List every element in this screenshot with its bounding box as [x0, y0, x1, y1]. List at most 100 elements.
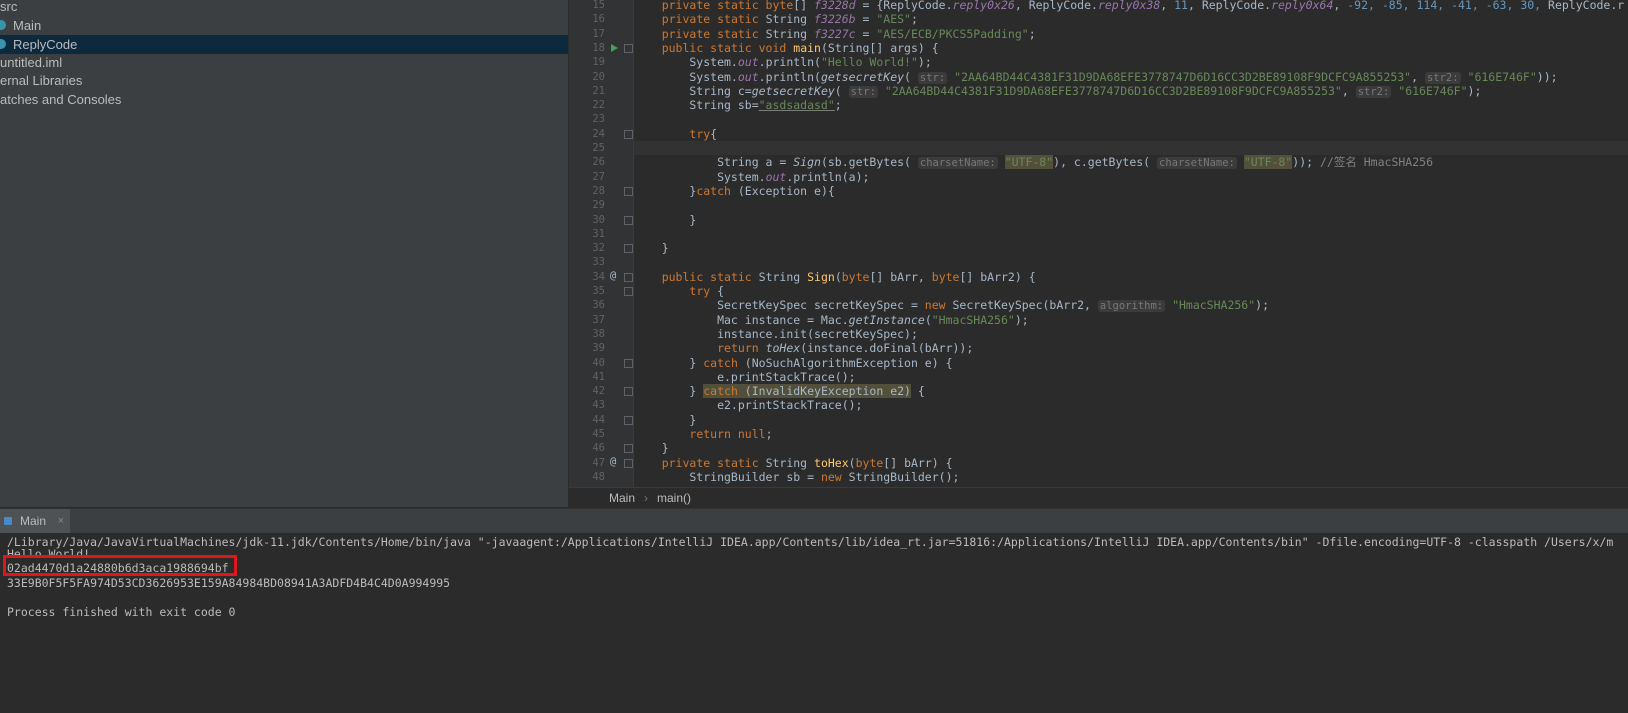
class-icon: [0, 39, 6, 49]
code-line-17: private static String f3227c = "AES/ECB/…: [661, 26, 1036, 41]
code-line-34: public static String Sign(byte[] bArr, b…: [661, 269, 1036, 284]
run-console[interactable]: /Library/Java/JavaVirtualMachines/jdk-11…: [0, 533, 1628, 713]
code-line-41: e.printStackTrace();: [634, 369, 856, 384]
line-number: 34: [592, 270, 605, 283]
editor-gutter[interactable]: 15 16 17 18 19 20 21 22 23 24 25 26 27 28 29 30 31 32 33 34…: [569, 0, 634, 507]
breadcrumb-class[interactable]: Main: [609, 488, 635, 508]
override-gutter-icon[interactable]: @: [610, 456, 616, 468]
code-line-39: return toHex(instance.doFinal(bArr));: [717, 341, 974, 356]
code-line-32: }: [634, 241, 669, 256]
override-gutter-icon[interactable]: @: [610, 270, 616, 282]
tree-item-external-libraries[interactable]: ernal Libraries: [0, 71, 568, 90]
line-number: 30: [592, 213, 605, 226]
code-line-42: } catch (InvalidKeyException e2) {: [634, 384, 925, 399]
code-line-35: try {: [689, 284, 725, 298]
breadcrumb-method[interactable]: main(): [657, 488, 691, 508]
code-line-36: SecretKeySpec secretKeySpec = new Secret…: [634, 298, 1270, 313]
run-tab-label: Main: [20, 514, 47, 528]
code-line-26: String a = Sign(sb.getBytes( charsetName…: [634, 155, 1433, 170]
code-line-47: private static String toHex(byte[] bArr)…: [661, 455, 953, 470]
code-line-45: return null;: [689, 427, 773, 441]
line-number: 18: [592, 41, 605, 54]
console-command-line: /Library/Java/JavaVirtualMachines/jdk-11…: [7, 535, 1614, 549]
code-line-19: System.out.println("Hello World!");: [634, 55, 932, 70]
code-line-44: }: [634, 412, 697, 427]
code-line-37: Mac instance = Mac.getInstance("HmacSHA2…: [634, 312, 1029, 327]
line-number: 16: [592, 13, 605, 26]
editor-breadcrumb: Main › main(): [569, 487, 1628, 508]
line-number: 38: [592, 327, 605, 340]
highlight-box: [3, 555, 237, 576]
line-number: 28: [592, 184, 605, 197]
run-tool-window-header: Main ×: [0, 508, 1628, 534]
tree-item-label: src: [0, 0, 18, 14]
fold-marker-icon[interactable]: [624, 129, 633, 139]
tree-item-src[interactable]: src: [0, 0, 568, 16]
tree-item-main[interactable]: Main: [0, 16, 568, 35]
run-tab-main[interactable]: Main ×: [0, 509, 71, 533]
close-icon[interactable]: ×: [58, 509, 64, 533]
code-line-46: }: [634, 441, 669, 456]
fold-marker-icon[interactable]: [624, 215, 633, 225]
console-exit-status: Process finished with exit code 0: [7, 605, 236, 619]
fold-marker-icon[interactable]: [624, 444, 633, 454]
project-tool-window: src Main ReplyCode untitled.iml ernal Li…: [0, 0, 569, 507]
line-number: 22: [592, 99, 605, 112]
code-line-15: private static byte[] f3228d = {ReplyCod…: [661, 0, 1625, 12]
tree-item-label: atches and Consoles: [0, 92, 122, 107]
code-line-48: StringBuilder sb = new StringBuilder();: [634, 469, 960, 484]
code-line-30: }: [634, 212, 697, 227]
run-config-icon: [4, 517, 12, 525]
line-number: 31: [592, 227, 605, 240]
fold-marker-icon[interactable]: [624, 287, 633, 296]
line-number: 19: [592, 56, 605, 69]
line-number: 39: [592, 342, 605, 355]
fold-marker-icon[interactable]: [624, 415, 633, 425]
fold-marker-icon[interactable]: [624, 186, 633, 196]
tree-item-label: ReplyCode: [13, 37, 78, 52]
line-number: 35: [592, 285, 605, 297]
line-number: 36: [592, 299, 605, 312]
line-number: 26: [592, 156, 605, 169]
line-number: 15: [592, 0, 605, 11]
line-number: 24: [592, 127, 605, 140]
code-line-21: String c=getsecretKey( str: "2AA64BD44C4…: [634, 83, 1482, 98]
line-number: 40: [592, 356, 605, 369]
tree-item-replycode[interactable]: ReplyCode: [0, 35, 568, 54]
line-number: 43: [592, 399, 605, 412]
code-line-20: System.out.println(getsecretKey( str: "2…: [634, 69, 1558, 84]
tree-item-scratches[interactable]: atches and Consoles: [0, 90, 568, 109]
line-number: 32: [592, 242, 605, 255]
code-editor[interactable]: private static byte[] f3228d = {ReplyCod…: [634, 0, 1628, 500]
fold-marker-icon[interactable]: [624, 358, 633, 368]
console-output-signature: 33E9B0F5F5FA974D53CD3626953E159A84984BD0…: [7, 576, 451, 590]
line-number: 42: [592, 385, 605, 398]
fold-marker-icon[interactable]: [624, 244, 633, 254]
line-number: 21: [592, 84, 605, 97]
code-line-40: } catch (NoSuchAlgorithmException e) {: [634, 355, 953, 370]
run-gutter-icon[interactable]: [611, 43, 618, 52]
line-number: 20: [592, 70, 605, 83]
tree-item-label: Main: [13, 18, 42, 33]
tree-item-label: untitled.iml: [0, 55, 63, 70]
line-number: 48: [592, 470, 605, 483]
line-number: 33: [592, 256, 605, 269]
code-line-18: public static void main(String[] args) {: [661, 40, 939, 55]
fold-marker-icon[interactable]: [624, 387, 633, 397]
code-line-22: String sb="asdsadasd";: [634, 98, 842, 113]
line-number: 37: [592, 313, 605, 326]
code-line-16: private static String f3226b = "AES";: [661, 12, 918, 27]
line-number: 47: [592, 456, 605, 469]
line-number: 41: [592, 370, 605, 383]
code-line-43: e2.printStackTrace();: [634, 398, 863, 413]
breadcrumb-separator: ›: [644, 491, 648, 505]
code-line-25-current: [634, 141, 1628, 156]
code-line-27: System.out.println(a);: [634, 169, 870, 184]
line-number: 29: [592, 199, 605, 212]
fold-marker-icon[interactable]: [624, 43, 633, 53]
tree-item-iml[interactable]: untitled.iml: [0, 53, 568, 72]
tree-item-label: ernal Libraries: [0, 73, 83, 88]
class-icon: [0, 20, 6, 30]
fold-marker-icon[interactable]: [624, 272, 633, 282]
fold-marker-icon[interactable]: [624, 458, 633, 468]
